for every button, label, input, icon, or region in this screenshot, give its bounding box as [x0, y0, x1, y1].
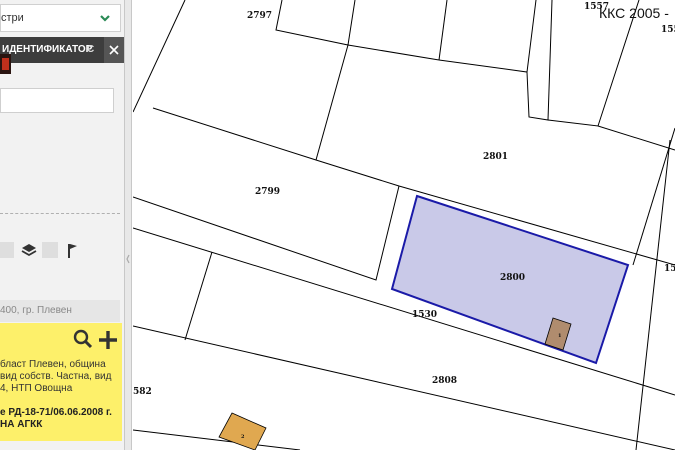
- logo-mark: [2, 58, 9, 70]
- info-line: 4, НТП Овощна: [0, 383, 73, 394]
- parcel-label: 1530: [412, 310, 437, 320]
- tool-button-2[interactable]: [42, 242, 58, 258]
- parcel-label: 2799: [255, 187, 280, 197]
- parcel-label: 15: [664, 264, 675, 274]
- order-line: НА АГКК: [0, 419, 43, 430]
- add-icon[interactable]: [97, 329, 119, 351]
- address-field: 400, гр. Плевен: [0, 300, 120, 322]
- registry-select-value: стри: [1, 12, 24, 24]
- registry-select[interactable]: стри: [0, 4, 121, 32]
- identifier-tab-control[interactable]: [104, 37, 124, 63]
- collapse-arrow-icon[interactable]: [126, 252, 130, 266]
- order-line: е РД-18-71/06.06.2008 г.: [0, 407, 112, 418]
- identifier-search-input[interactable]: [0, 88, 114, 113]
- close-icon: [109, 45, 119, 55]
- info-line: бласт Плевен, община: [0, 359, 106, 370]
- flag-icon[interactable]: [64, 242, 78, 258]
- building-2[interactable]: [218, 412, 267, 450]
- parcel-boundary: [438, 0, 448, 61]
- parcel-order-text: е РД-18-71/06.06.2008 г. НА АГКК: [0, 407, 120, 431]
- parcel-boundary: [184, 251, 213, 341]
- parcel-boundary: [438, 0, 537, 73]
- layers-icon[interactable]: [20, 242, 38, 258]
- info-line: вид собств. Частна, вид: [0, 371, 112, 382]
- building-label: 1: [558, 333, 561, 339]
- parcel-info-card: бласт Плевен, община вид собств. Частна,…: [0, 323, 122, 441]
- tool-button-1[interactable]: [0, 242, 14, 258]
- section-divider: [0, 213, 120, 214]
- parcel-boundary: [597, 125, 675, 151]
- magnifier-icon[interactable]: [73, 329, 93, 349]
- parcel-label: 155: [661, 25, 675, 35]
- parcel-label: 2797: [247, 11, 272, 21]
- map-caption: ККС 2005 -: [599, 5, 669, 21]
- parcel-boundary: [133, 185, 400, 281]
- parcel-label: 582: [133, 387, 152, 397]
- parcel-boundary: [315, 44, 349, 161]
- identifier-tab-extra: С: [87, 44, 95, 55]
- parcel-boundary: [347, 44, 440, 61]
- parcel-boundary: [133, 0, 186, 113]
- parcel-label: 2800: [500, 273, 525, 283]
- cadastral-map[interactable]: 2797 2801 2799 2800 1530 2808 582 1557 1…: [133, 0, 675, 450]
- parcel-boundary: [635, 139, 671, 450]
- parcel-boundary: [632, 127, 675, 266]
- parcel-boundary: [526, 0, 553, 121]
- address-text: 400, гр. Плевен: [0, 305, 72, 316]
- identifier-tab-bar[interactable]: ИДЕНТИФИКАТОР С: [0, 37, 124, 63]
- chevron-down-icon: [100, 15, 110, 22]
- parcel-boundary: [133, 429, 301, 450]
- cadastre-logo: [0, 54, 11, 74]
- building-label: 2: [241, 434, 245, 440]
- parcel-label: 2801: [483, 152, 508, 162]
- identifier-tab-label: ИДЕНТИФИКАТОР: [2, 44, 93, 55]
- parcel-info-text: бласт Плевен, община вид собств. Частна,…: [0, 359, 120, 395]
- parcel-label: 2808: [432, 376, 457, 386]
- parcel-boundary: [275, 0, 356, 46]
- sidebar-panel: стри ИДЕНТИФИКАТОР С 400, гр. Плевен бла…: [0, 0, 124, 450]
- panel-splitter[interactable]: [124, 0, 132, 450]
